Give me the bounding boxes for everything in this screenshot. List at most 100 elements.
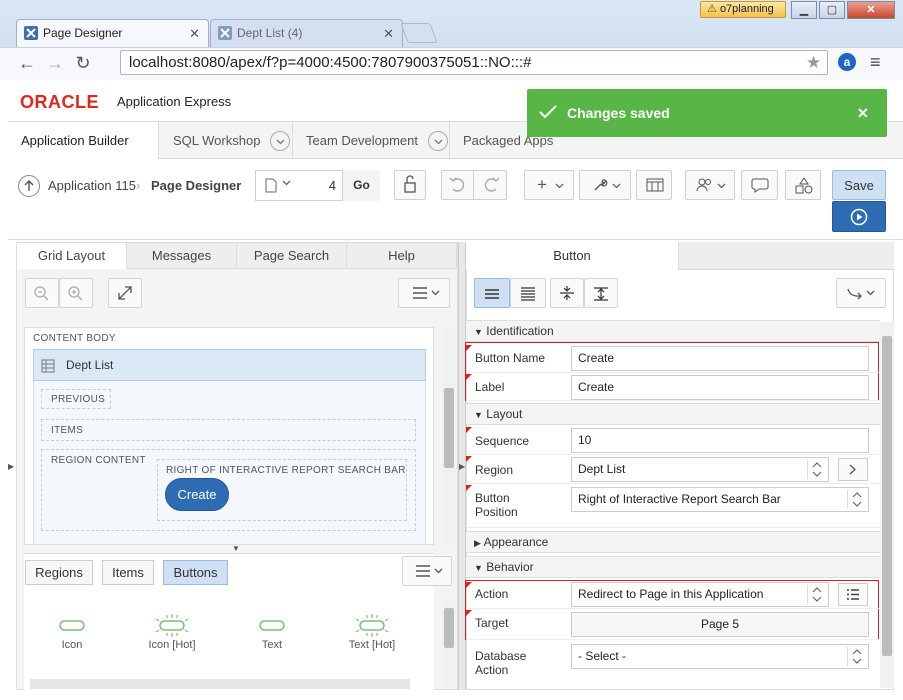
collapse-right-arrow-icon[interactable]: ▶: [459, 462, 465, 471]
gallery-item-text[interactable]: Text: [237, 613, 307, 651]
expand-vertical-icon: [594, 287, 608, 301]
gallery-tab-buttons[interactable]: Buttons: [163, 560, 228, 585]
gallery-item-label: Text [Hot]: [348, 639, 396, 651]
go-to-group-button[interactable]: [836, 278, 886, 308]
chevron-down-icon[interactable]: [270, 130, 291, 151]
expand-all-button[interactable]: [584, 278, 618, 308]
previous-slot[interactable]: PREVIOUS: [41, 389, 111, 409]
gallery-tab-regions[interactable]: Regions: [25, 560, 93, 585]
section-appearance[interactable]: ▶ Appearance: [466, 531, 880, 553]
display-options-button[interactable]: [398, 278, 450, 308]
tab-team-development[interactable]: Team Development: [293, 122, 450, 159]
team-menu-button[interactable]: [685, 170, 735, 200]
prop-label: Sequence: [475, 434, 530, 448]
updown-arrows-icon: [807, 585, 825, 604]
apex-favicon-icon: [24, 26, 38, 40]
tab-grid-layout[interactable]: Grid Layout: [17, 243, 127, 269]
forward-arrow-icon[interactable]: →: [44, 52, 66, 74]
zoom-in-button[interactable]: [59, 278, 93, 308]
action-list-button[interactable]: [838, 583, 868, 606]
collapse-left-arrow-icon[interactable]: ▶: [8, 462, 14, 471]
grid-scrollbar[interactable]: [442, 328, 456, 543]
create-menu-button[interactable]: +: [524, 170, 574, 200]
target-link-button[interactable]: Page 5: [571, 612, 869, 637]
extension-icon[interactable]: a: [838, 53, 856, 71]
scroll-thumb[interactable]: [444, 608, 454, 648]
browser-tab-dept-list[interactable]: Dept List (4) ✕: [210, 19, 403, 47]
region-title: Dept List: [66, 358, 114, 372]
run-page-button[interactable]: [832, 201, 886, 232]
region-select[interactable]: Dept List: [571, 457, 829, 482]
expand-button[interactable]: [108, 278, 142, 308]
utilities-menu-button[interactable]: [579, 170, 631, 200]
tab-sql-workshop[interactable]: SQL Workshop: [160, 122, 293, 159]
comments-button[interactable]: [741, 170, 778, 200]
create-button-preview[interactable]: Create: [165, 478, 229, 511]
tab-messages[interactable]: Messages: [127, 243, 237, 269]
browser-tab-page-designer[interactable]: Page Designer ✕: [16, 19, 209, 47]
chevron-down-icon[interactable]: [427, 130, 448, 151]
action-select[interactable]: Redirect to Page in this Application: [571, 582, 829, 607]
prop-label: Button Position: [475, 491, 518, 519]
section-behavior[interactable]: ▼ Behavior: [466, 556, 880, 578]
back-arrow-icon[interactable]: ←: [16, 52, 38, 74]
undo-icon[interactable]: [442, 171, 474, 199]
go-button[interactable]: Go: [342, 170, 380, 201]
tab-help[interactable]: Help: [347, 243, 457, 269]
content-body-label: CONTENT BODY: [33, 333, 116, 344]
splitter-handle-icon[interactable]: ▼: [232, 544, 240, 553]
region-dept-list[interactable]: Dept List: [33, 349, 426, 381]
shared-components-button[interactable]: [636, 170, 672, 200]
button-position-select[interactable]: Right of Interactive Report Search Bar: [571, 487, 869, 512]
zoom-out-icon: [34, 286, 49, 301]
profile-badge[interactable]: ⚠ o7planning: [700, 1, 786, 18]
section-layout[interactable]: ▼ Layout: [466, 403, 880, 425]
sequence-input[interactable]: 10: [571, 428, 869, 453]
up-arrow-icon[interactable]: [18, 175, 40, 197]
scroll-thumb[interactable]: [882, 336, 892, 656]
tab-close-icon[interactable]: ✕: [383, 20, 394, 47]
lock-page-button[interactable]: [394, 170, 426, 200]
tab-application-builder[interactable]: Application Builder: [8, 122, 159, 189]
tab-page-search[interactable]: Page Search: [237, 243, 347, 269]
breadcrumb-application[interactable]: Application 115: [48, 175, 136, 197]
show-all-button[interactable]: [510, 278, 546, 308]
report-table-icon: [41, 359, 55, 373]
table-grid-icon: [646, 177, 664, 193]
zoom-out-button[interactable]: [25, 278, 59, 308]
database-action-select[interactable]: - Select -: [571, 644, 869, 669]
toast-close-icon[interactable]: ✕: [857, 89, 869, 137]
page-number-input[interactable]: 4: [306, 178, 336, 193]
reload-icon[interactable]: ↻: [72, 52, 94, 74]
redo-icon[interactable]: [475, 171, 507, 199]
chevron-down-icon[interactable]: [282, 178, 291, 187]
region-goto-button[interactable]: [838, 458, 868, 481]
menu-hamburger-icon[interactable]: ≡: [870, 52, 881, 73]
button-name-input[interactable]: Create: [571, 346, 869, 371]
gallery-item-text-hot[interactable]: Text [Hot]: [337, 613, 407, 651]
gallery-options-button[interactable]: [402, 556, 452, 586]
section-identification[interactable]: ▼ Identification: [466, 320, 880, 342]
save-button[interactable]: Save: [832, 170, 886, 200]
tab-label: Application Builder: [21, 133, 129, 148]
page-number-selector[interactable]: 4 Go: [255, 170, 380, 201]
label-input[interactable]: Create: [571, 375, 869, 400]
address-bar[interactable]: localhost:8080/apex/f?p=4000:4500:780790…: [120, 50, 828, 75]
gallery-tab-items[interactable]: Items: [102, 560, 154, 585]
scroll-thumb[interactable]: [444, 388, 454, 468]
gallery-hscrollbar[interactable]: [30, 679, 410, 689]
show-common-button[interactable]: [474, 278, 510, 308]
shapes-button[interactable]: [785, 170, 821, 200]
collapse-all-button[interactable]: [550, 278, 584, 308]
gallery-item-icon[interactable]: Icon: [37, 613, 107, 651]
property-scrollbar[interactable]: [880, 322, 894, 688]
tab-button-properties[interactable]: Button: [466, 242, 679, 270]
items-slot[interactable]: ITEMS: [41, 419, 416, 441]
window-close-button[interactable]: ✕: [847, 1, 895, 19]
tab-close-icon[interactable]: ✕: [189, 20, 200, 47]
maximize-button[interactable]: ▢: [819, 1, 845, 19]
bookmark-star-icon[interactable]: ★: [806, 53, 821, 73]
gallery-scrollbar[interactable]: [442, 600, 456, 688]
gallery-item-icon-hot[interactable]: Icon [Hot]: [137, 613, 207, 651]
minimize-button[interactable]: ▁: [791, 1, 817, 19]
